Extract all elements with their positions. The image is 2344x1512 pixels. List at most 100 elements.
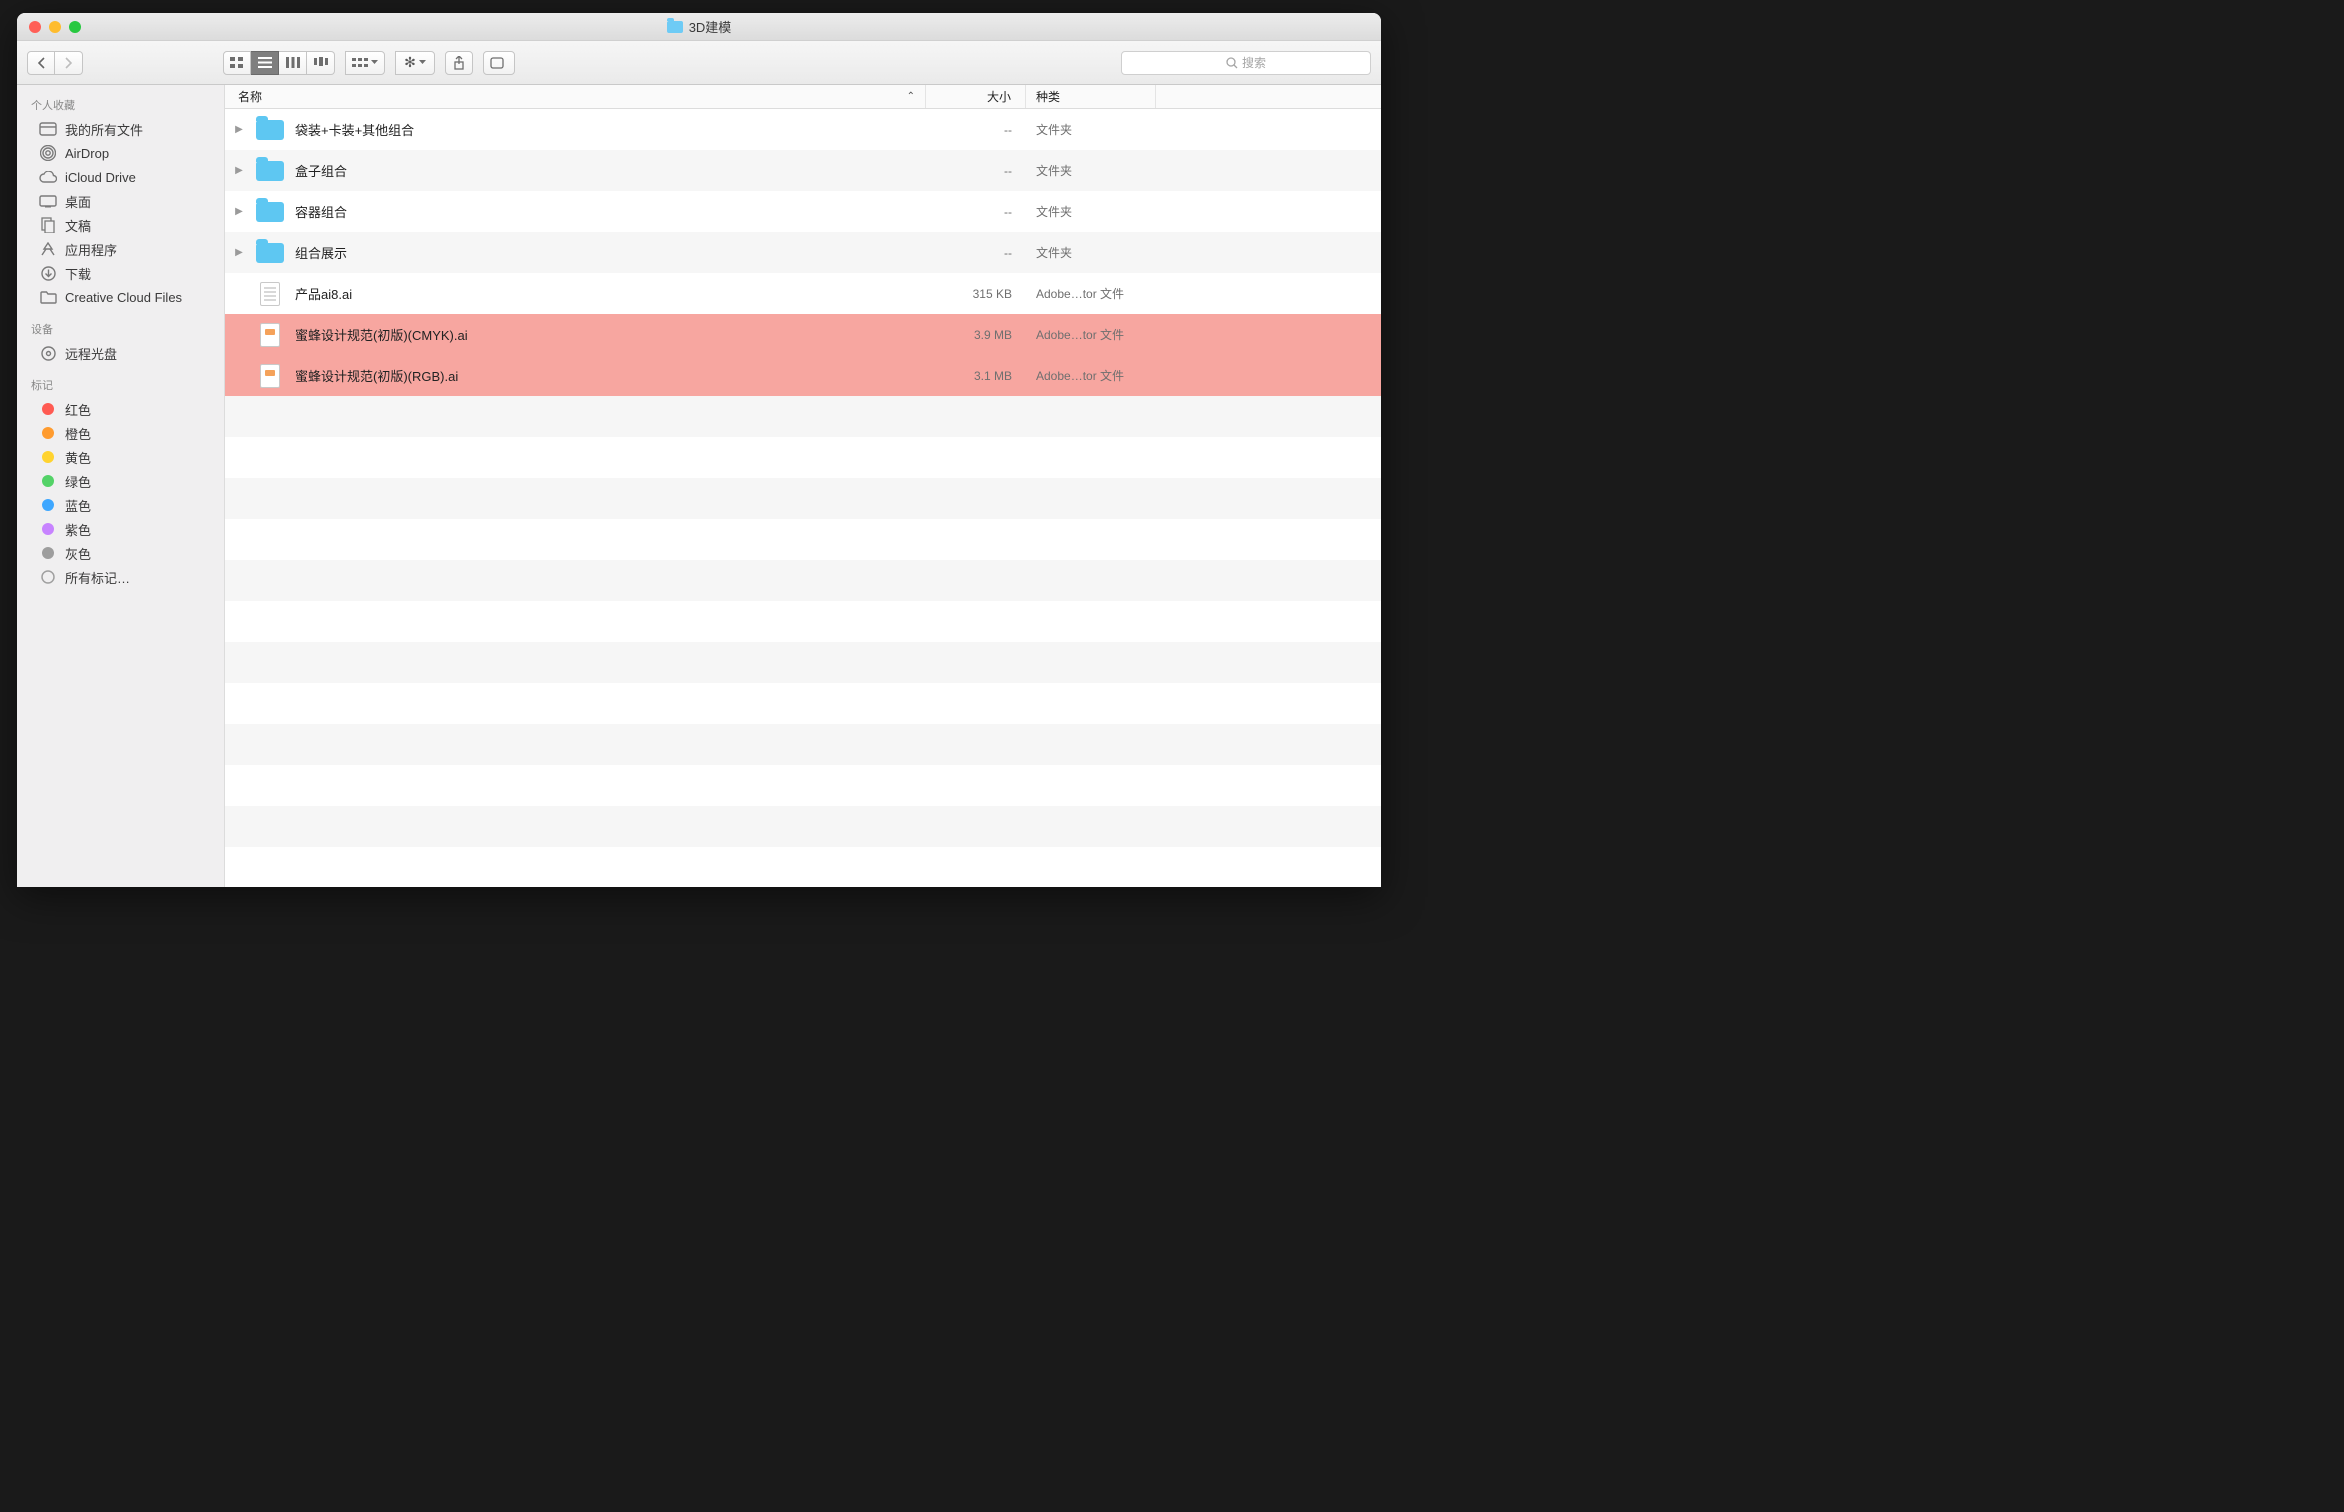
list-view-button[interactable] — [251, 51, 279, 75]
folder-icon — [667, 21, 683, 33]
traffic-lights — [29, 21, 81, 33]
file-name: 盒子组合 — [295, 161, 347, 180]
coverflow-view-button[interactable] — [307, 51, 335, 75]
nav-buttons — [27, 51, 83, 75]
back-button[interactable] — [27, 51, 55, 75]
file-row[interactable]: ▶容器组合--文件夹 — [225, 191, 1381, 232]
file-row[interactable]: 蜜蜂设计规范(初版)(RGB).ai3.1 MBAdobe…tor 文件 — [225, 355, 1381, 396]
column-kind[interactable]: 种类 — [1026, 85, 1156, 108]
empty-row — [225, 396, 1381, 437]
sidebar-item-tag[interactable]: 橙色 — [17, 421, 224, 445]
sidebar-item-all-tags[interactable]: 所有标记… — [17, 565, 224, 589]
tags-button[interactable] — [483, 51, 515, 75]
search-placeholder: 搜索 — [1242, 54, 1266, 71]
sidebar-item-favorite[interactable]: 应用程序 — [17, 237, 224, 261]
favorites-header: 个人收藏 — [17, 93, 224, 117]
sidebar-item-favorite[interactable]: 文稿 — [17, 213, 224, 237]
sidebar-item-tag[interactable]: 红色 — [17, 397, 224, 421]
minimize-icon[interactable] — [49, 21, 61, 33]
maximize-icon[interactable] — [69, 21, 81, 33]
empty-row — [225, 601, 1381, 642]
search-input[interactable]: 搜索 — [1121, 51, 1371, 75]
downloads-icon — [39, 265, 57, 281]
tag-dot-icon — [39, 401, 57, 417]
sidebar-item-tag[interactable]: 灰色 — [17, 541, 224, 565]
folder-icon — [39, 289, 57, 305]
file-row[interactable]: 产品ai8.ai315 KBAdobe…tor 文件 — [225, 273, 1381, 314]
tag-dot-icon — [39, 449, 57, 465]
ai-file-icon — [260, 323, 280, 347]
empty-row — [225, 806, 1381, 847]
empty-row — [225, 642, 1381, 683]
file-kind: 文件夹 — [1026, 121, 1156, 138]
file-name: 袋装+卡装+其他组合 — [295, 120, 414, 139]
folder-icon — [256, 161, 284, 181]
sidebar-item-label: 远程光盘 — [65, 344, 117, 363]
disclosure-icon[interactable]: ▶ — [233, 206, 245, 217]
file-kind: Adobe…tor 文件 — [1026, 326, 1156, 343]
file-row[interactable]: ▶ 盒子组合 --文件夹 — [225, 150, 1381, 191]
sidebar-item-label: Creative Cloud Files — [65, 290, 182, 305]
sidebar-item-label: 红色 — [65, 400, 91, 419]
file-row[interactable]: ▶袋装+卡装+其他组合--文件夹 — [225, 109, 1381, 150]
sidebar-item-tag[interactable]: 黄色 — [17, 445, 224, 469]
sidebar-item-label: 我的所有文件 — [65, 120, 143, 139]
share-button[interactable] — [445, 51, 473, 75]
sidebar-item-label: 桌面 — [65, 192, 91, 211]
sidebar-item-favorite[interactable]: Creative Cloud Files — [17, 285, 224, 309]
icon-view-button[interactable] — [223, 51, 251, 75]
sidebar-item-favorite[interactable]: iCloud Drive — [17, 165, 224, 189]
sidebar-item-favorite[interactable]: 我的所有文件 — [17, 117, 224, 141]
sidebar-item-label: 文稿 — [65, 216, 91, 235]
file-row[interactable]: 蜜蜂设计规范(初版)(CMYK).ai3.9 MBAdobe…tor 文件 — [225, 314, 1381, 355]
file-list: 名称 ⌃ 大小 种类 ▶袋装+卡装+其他组合--文件夹▶盒子组合--文件夹▶容器… — [225, 85, 1381, 887]
file-row[interactable]: ▶ 组合展示 --文件夹 — [225, 232, 1381, 273]
file-kind: 文件夹 — [1026, 162, 1156, 179]
gear-icon: ✻ — [404, 54, 416, 71]
folder-icon — [256, 243, 284, 263]
sidebar-item-favorite[interactable]: 下载 — [17, 261, 224, 285]
arrange-button[interactable] — [345, 51, 385, 75]
applications-icon — [39, 241, 57, 257]
action-group: ✻ — [395, 51, 435, 75]
column-view-button[interactable] — [279, 51, 307, 75]
search-icon — [1226, 57, 1238, 69]
tags-header: 标记 — [17, 373, 224, 397]
file-size: 315 KB — [926, 287, 1026, 301]
close-icon[interactable] — [29, 21, 41, 33]
file-name: 产品ai8.ai — [295, 284, 352, 303]
sidebar-item-tag[interactable]: 蓝色 — [17, 493, 224, 517]
column-name[interactable]: 名称 ⌃ — [225, 85, 926, 108]
empty-row — [225, 683, 1381, 724]
action-button[interactable]: ✻ — [395, 51, 435, 75]
file-name: 蜜蜂设计规范(初版)(RGB).ai — [295, 366, 458, 385]
disclosure-icon[interactable]: ▶ — [233, 247, 245, 258]
sidebar-item-favorite[interactable]: 桌面 — [17, 189, 224, 213]
forward-button[interactable] — [55, 51, 83, 75]
sidebar-item-label: 下载 — [65, 264, 91, 283]
sidebar-item-tag[interactable]: 紫色 — [17, 517, 224, 541]
file-kind: 文件夹 — [1026, 244, 1156, 261]
file-size: -- — [926, 246, 1026, 260]
file-name: 组合展示 — [295, 243, 347, 262]
file-size: -- — [926, 205, 1026, 219]
disclosure-icon[interactable]: ▶ — [233, 124, 245, 135]
sidebar-item-tag[interactable]: 绿色 — [17, 469, 224, 493]
tag-dot-icon — [39, 545, 57, 561]
column-header: 名称 ⌃ 大小 种类 — [225, 85, 1381, 109]
devices-header: 设备 — [17, 317, 224, 341]
disclosure-icon[interactable]: ▶ — [233, 165, 245, 176]
finder-window: 3D建模 — [17, 13, 1381, 887]
sidebar-item-label: 绿色 — [65, 472, 91, 491]
titlebar[interactable]: 3D建模 — [17, 13, 1381, 41]
empty-row — [225, 765, 1381, 806]
sidebar-item-label: AirDrop — [65, 146, 109, 161]
sidebar-item-device[interactable]: 远程光盘 — [17, 341, 224, 365]
column-size[interactable]: 大小 — [926, 85, 1026, 108]
sidebar-item-label: 蓝色 — [65, 496, 91, 515]
empty-row — [225, 437, 1381, 478]
file-size: -- — [926, 164, 1026, 178]
file-name: 蜜蜂设计规范(初版)(CMYK).ai — [295, 325, 468, 344]
sidebar-item-favorite[interactable]: AirDrop — [17, 141, 224, 165]
empty-row — [225, 724, 1381, 765]
